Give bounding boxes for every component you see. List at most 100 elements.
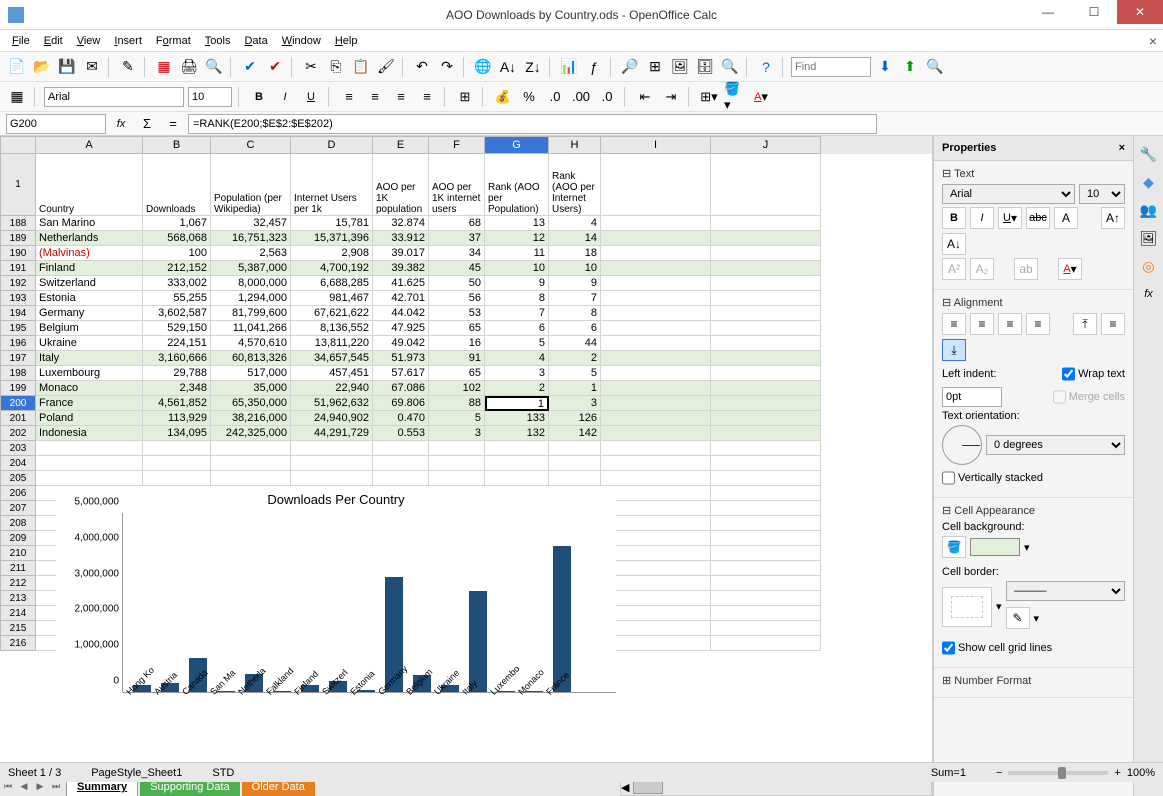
panel-shadow-icon[interactable]: A (1054, 207, 1078, 229)
cell[interactable]: Estonia (36, 291, 143, 306)
cell[interactable]: 132 (485, 426, 549, 441)
cell[interactable]: 3,160,666 (143, 351, 211, 366)
col-header[interactable]: G (485, 136, 549, 154)
cell[interactable]: 8 (549, 306, 601, 321)
cut-icon[interactable]: ✂ (300, 56, 322, 78)
cell[interactable]: 37 (429, 231, 485, 246)
minimize-button[interactable]: — (1025, 0, 1071, 24)
find-next-icon[interactable]: ⬇ (874, 56, 896, 78)
cell[interactable]: 242,325,000 (211, 426, 291, 441)
col-header[interactable]: E (373, 136, 429, 154)
cell[interactable]: 50 (429, 276, 485, 291)
cell[interactable]: 44 (549, 336, 601, 351)
function-wizard-icon[interactable]: fx (110, 113, 132, 135)
navigator-icon[interactable]: ⊞ (644, 56, 666, 78)
panel-grow-icon[interactable]: A↑ (1101, 207, 1125, 229)
cell[interactable]: 41.625 (373, 276, 429, 291)
formula-input[interactable] (188, 114, 877, 134)
cell[interactable]: 5 (485, 336, 549, 351)
find-icon[interactable]: 🔎 (619, 56, 641, 78)
cell[interactable]: 2,908 (291, 246, 373, 261)
underline-icon[interactable]: U (300, 86, 322, 108)
gallery-icon[interactable]: 🖼 (669, 56, 691, 78)
border-style-select[interactable]: ——— (1006, 581, 1125, 601)
cell[interactable]: 81,799,600 (211, 306, 291, 321)
cell[interactable]: 2 (549, 351, 601, 366)
help-icon[interactable]: ? (755, 56, 777, 78)
cell[interactable]: Poland (36, 411, 143, 426)
cell[interactable]: 981,467 (291, 291, 373, 306)
col-header[interactable]: I (601, 136, 711, 154)
datasource-icon[interactable]: 🗄 (694, 56, 716, 78)
merge-icon[interactable]: ⊞ (454, 86, 476, 108)
inc-indent-icon[interactable]: ⇥ (660, 86, 682, 108)
cell[interactable]: 67,621,622 (291, 306, 373, 321)
cell[interactable]: 5,387,000 (211, 261, 291, 276)
align-justify-btn[interactable]: ≡ (1026, 313, 1050, 335)
cell[interactable]: 56 (429, 291, 485, 306)
merge-cells-checkbox[interactable]: Merge cells (1053, 387, 1125, 407)
cell[interactable]: 6 (549, 321, 601, 336)
cell[interactable]: San Marino (36, 216, 143, 231)
cell[interactable]: Belgium (36, 321, 143, 336)
cell[interactable]: (Malvinas) (36, 246, 143, 261)
embedded-chart[interactable]: Downloads Per Country 01,000,0002,000,00… (56, 486, 616, 716)
cell[interactable]: 14 (549, 231, 601, 246)
cell[interactable]: 34 (429, 246, 485, 261)
cell[interactable]: 517,000 (211, 366, 291, 381)
cell[interactable]: 3 (549, 396, 601, 411)
degrees-select[interactable]: 0 degrees (986, 435, 1125, 455)
orientation-dial[interactable] (942, 425, 982, 465)
autospell-icon[interactable]: ✔ (264, 56, 286, 78)
cell[interactable]: 33.912 (373, 231, 429, 246)
cell[interactable]: 4,700,192 (291, 261, 373, 276)
cell[interactable]: 2,563 (211, 246, 291, 261)
col-header[interactable]: D (291, 136, 373, 154)
redo-icon[interactable]: ↷ (436, 56, 458, 78)
function-icon[interactable]: ƒ (583, 56, 605, 78)
border-preview[interactable] (942, 587, 992, 627)
cell-reference-input[interactable] (6, 114, 106, 134)
fill-icon[interactable]: 🪣 (942, 536, 966, 558)
align-right-btn[interactable]: ≡ (998, 313, 1022, 335)
menu-edit[interactable]: Edit (38, 33, 69, 49)
cell[interactable]: 65 (429, 321, 485, 336)
chart-icon[interactable]: 📊 (558, 56, 580, 78)
cell[interactable]: 212,152 (143, 261, 211, 276)
cell[interactable]: 11 (485, 246, 549, 261)
pdf-icon[interactable]: ▦ (153, 56, 175, 78)
cell[interactable]: 49.042 (373, 336, 429, 351)
wrap-text-checkbox[interactable]: Wrap text (1062, 364, 1125, 384)
cell[interactable]: 13,811,220 (291, 336, 373, 351)
cell[interactable]: 15,781 (291, 216, 373, 231)
cell[interactable]: 100 (143, 246, 211, 261)
align-right-icon[interactable]: ≡ (390, 86, 412, 108)
cell[interactable]: 102 (429, 381, 485, 396)
styles-icon[interactable]: ▦ (6, 86, 28, 108)
find-all-icon[interactable]: 🔍 (924, 56, 946, 78)
panel-close-icon[interactable]: × (1119, 142, 1125, 154)
bg-color-swatch[interactable] (970, 538, 1020, 556)
cell[interactable]: Indonesia (36, 426, 143, 441)
align-center-btn[interactable]: ≡ (970, 313, 994, 335)
cell[interactable]: 51,962,632 (291, 396, 373, 411)
panel-super-icon[interactable]: A² (942, 258, 966, 280)
cell[interactable]: 8,000,000 (211, 276, 291, 291)
cell[interactable]: 34,657,545 (291, 351, 373, 366)
cell[interactable]: 29,788 (143, 366, 211, 381)
cell[interactable]: 51.973 (373, 351, 429, 366)
menu-file[interactable]: File (6, 33, 36, 49)
panel-shrink-icon[interactable]: A↓ (942, 233, 966, 255)
italic-icon[interactable]: I (274, 86, 296, 108)
menu-tools[interactable]: Tools (199, 33, 237, 49)
sidetab-properties-icon[interactable]: 🔧 (1137, 142, 1161, 166)
panel-font-select[interactable]: Arial (942, 184, 1075, 204)
cell[interactable]: 224,151 (143, 336, 211, 351)
sidetab-functions-icon[interactable]: ◎ (1137, 254, 1161, 278)
sidetab-fx-icon[interactable]: fx (1137, 282, 1161, 306)
panel-size-select[interactable]: 10 (1079, 184, 1125, 204)
currency-icon[interactable]: 💰 (492, 86, 514, 108)
cell[interactable]: 69.806 (373, 396, 429, 411)
panel-sub-icon[interactable]: A₂ (970, 258, 994, 280)
cell[interactable]: Switzerland (36, 276, 143, 291)
